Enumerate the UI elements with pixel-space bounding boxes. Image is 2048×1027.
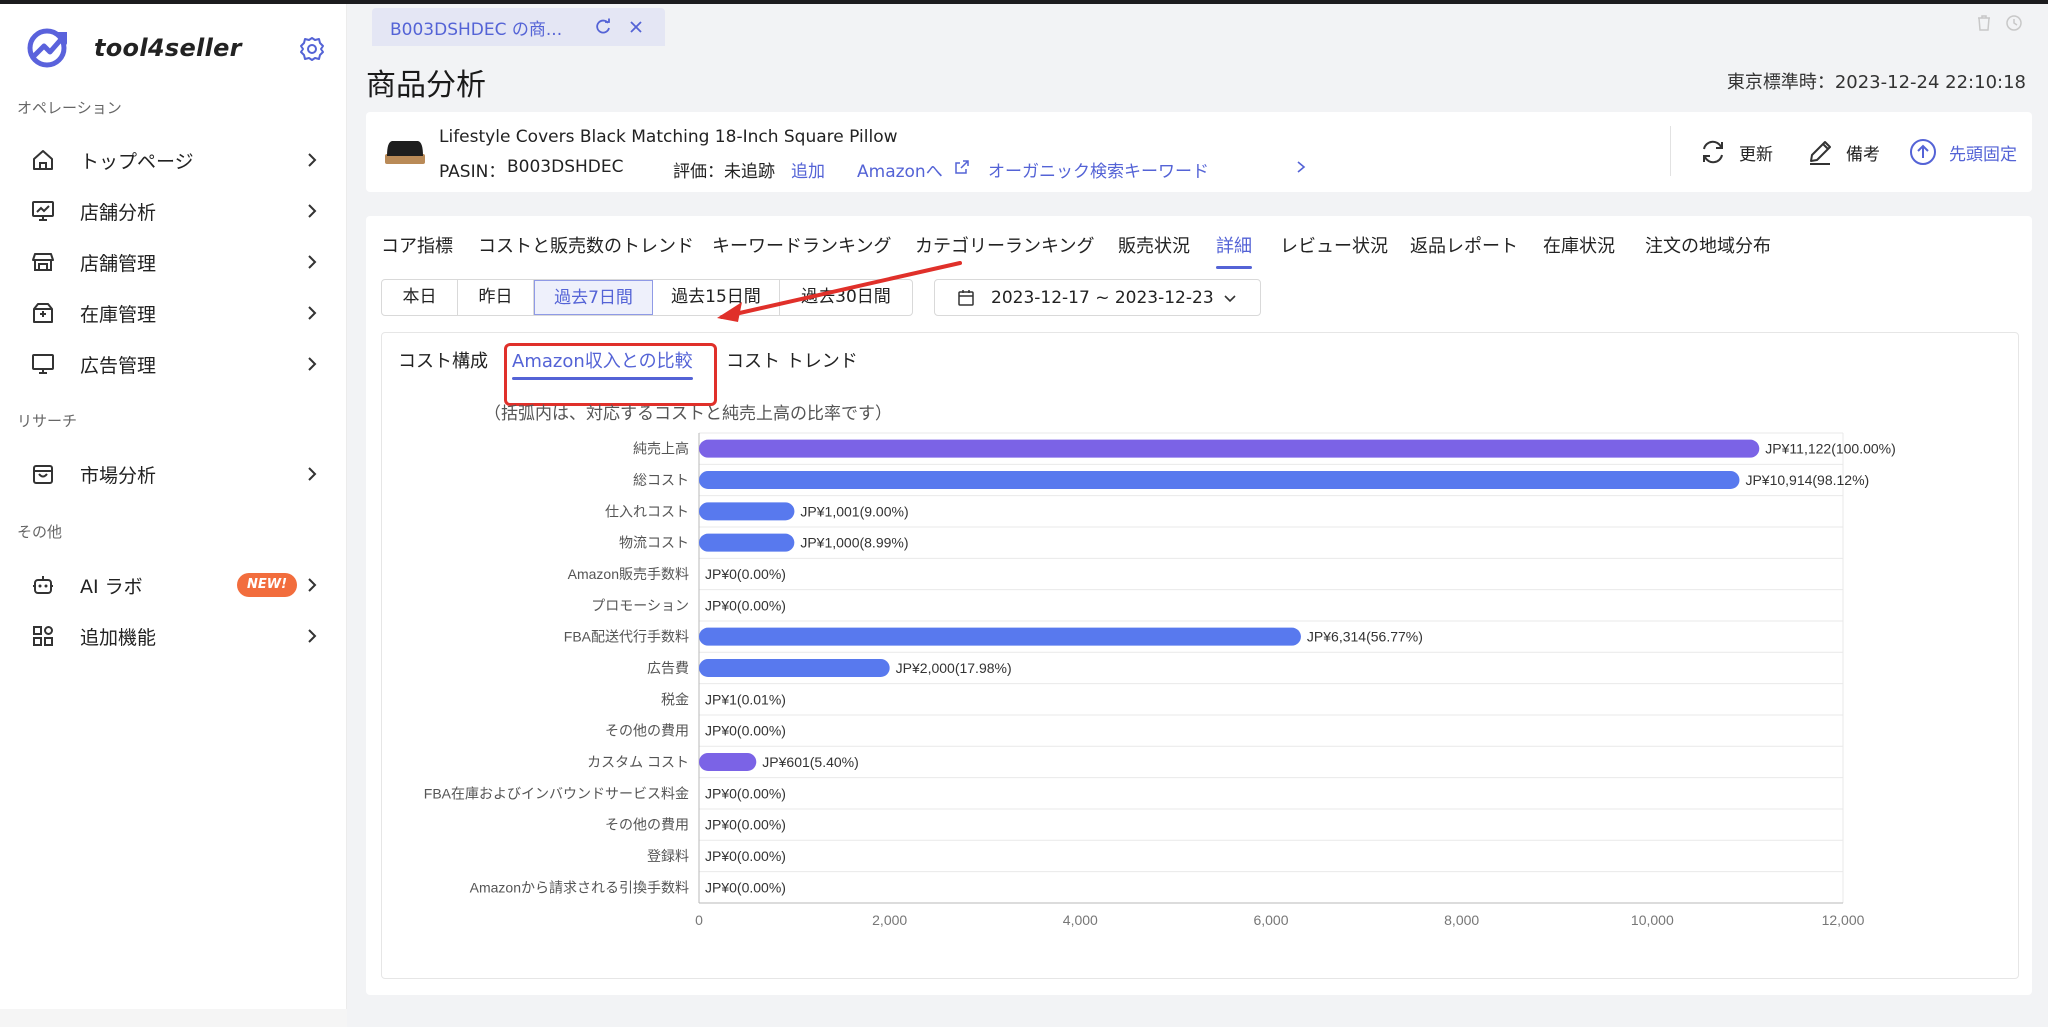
- logo-icon: [27, 28, 67, 68]
- tab-order-region[interactable]: 注文の地域分布: [1645, 232, 1771, 258]
- sidebar-item-top-page[interactable]: トップページ: [30, 140, 322, 180]
- period-selector: 本日 昨日 過去7日間 過去15日間 過去30日間: [381, 279, 913, 316]
- subtab-cost-trend[interactable]: コスト トレンド: [726, 347, 858, 373]
- tab-product-analysis[interactable]: B003DSHDEC の商...: [372, 8, 665, 46]
- analytics-icon: [30, 198, 56, 224]
- add-rating-link[interactable]: 追加: [791, 157, 825, 182]
- tab-review-status[interactable]: レビュー状況: [1280, 232, 1388, 258]
- amazon-link[interactable]: Amazonへ: [857, 157, 943, 182]
- product-name: Lifestyle Covers Black Matching 18-Inch …: [439, 127, 898, 147]
- sidebar-item-label: 店舗管理: [80, 252, 157, 275]
- page-title: 商品分析: [366, 68, 486, 103]
- tab-details[interactable]: 詳細: [1216, 232, 1252, 269]
- sidebar-item-label: トップページ: [80, 150, 194, 173]
- period-today[interactable]: 本日: [382, 280, 458, 315]
- annotation-highlight-box: [504, 343, 717, 406]
- tab-category-ranking[interactable]: カテゴリーランキング: [915, 232, 1094, 258]
- cost-analysis-card: コスト構成 Amazon収入との比較 コスト トレンド （括弧内は、対応するコス…: [381, 332, 2019, 979]
- chevron-right-icon: [308, 578, 317, 592]
- pin-label: 先頭固定: [1949, 144, 2017, 165]
- tab-return-report[interactable]: 返品レポート: [1410, 232, 1518, 258]
- sidebar-item-label: AI ラボ: [80, 575, 143, 598]
- chevron-right-icon: [308, 467, 317, 481]
- sidebar-footer: [0, 1009, 347, 1027]
- apps-grid-icon: [30, 623, 56, 649]
- tab-inventory-status[interactable]: 在庫状況: [1543, 232, 1615, 258]
- pin-to-top-button[interactable]: 先頭固定: [1909, 137, 2017, 167]
- pasin-value: B003DSHDEC: [507, 157, 624, 177]
- pasin-label: PASIN：: [439, 162, 506, 182]
- sidebar-item-label: 広告管理: [80, 354, 157, 377]
- memo-label: 備考: [1846, 144, 1880, 165]
- rating-status: 評価：未追跡: [673, 162, 775, 182]
- period-last-15-days[interactable]: 過去15日間: [653, 280, 780, 315]
- sidebar-item-extra-features[interactable]: 追加機能: [30, 616, 322, 656]
- timezone-label: 東京標準時：: [1726, 72, 1835, 93]
- chevron-down-icon: [1224, 295, 1236, 303]
- refresh-label: 更新: [1739, 144, 1773, 165]
- sidebar-item-store-analysis[interactable]: 店舗分析: [30, 191, 322, 231]
- product-summary-card: Lifestyle Covers Black Matching 18-Inch …: [366, 112, 2032, 192]
- arrow-up-circle-icon: [1910, 139, 1936, 165]
- period-last-30-days[interactable]: 過去30日間: [780, 280, 912, 315]
- refresh-icon: [1703, 140, 1723, 164]
- sidebar-item-label: 店舗分析: [80, 201, 157, 224]
- period-last-7-days[interactable]: 過去7日間: [534, 280, 653, 315]
- product-thumbnail: [385, 141, 425, 164]
- subtab-cost-composition[interactable]: コスト構成: [398, 347, 488, 373]
- date-range-value: 2023-12-17 ~ 2023-12-23: [991, 287, 1214, 308]
- sidebar: tool4seller オペレーション トップページ 店舗分析 店舗管理 在庫管…: [0, 4, 347, 1027]
- robot-icon: [30, 572, 56, 598]
- monitor-icon: [30, 351, 56, 377]
- timezone-clock: 東京標準時：2023-12-24 22:10:18: [1727, 68, 2026, 94]
- tab-cost-sales-trend[interactable]: コストと販売数のトレンド: [478, 232, 694, 258]
- calendar-icon: [958, 289, 974, 306]
- sidebar-item-inventory[interactable]: 在庫管理: [30, 293, 322, 333]
- ratio-note: （括弧内は、対応するコストと純売上高の比率です）: [484, 404, 892, 424]
- chevron-right-icon: [308, 255, 317, 269]
- refresh-button[interactable]: 更新: [1699, 137, 1773, 167]
- edit-pencil-icon: [1810, 141, 1831, 165]
- chevron-right-icon: [308, 204, 317, 218]
- clock-icon[interactable]: [2005, 14, 2023, 32]
- refresh-icon[interactable]: [594, 18, 612, 36]
- sidebar-item-label: 在庫管理: [80, 303, 157, 326]
- period-yesterday[interactable]: 昨日: [458, 280, 534, 315]
- sidebar-item-label: 市場分析: [80, 464, 157, 487]
- sidebar-item-ai-lab[interactable]: AI ラボ NEW!: [30, 565, 322, 605]
- organic-keywords-link[interactable]: オーガニック検索キーワード: [988, 157, 1209, 182]
- chevron-right-icon: [308, 629, 317, 643]
- section-label-other: その他: [17, 523, 63, 541]
- inventory-box-icon: [30, 300, 56, 326]
- sidebar-item-store-management[interactable]: 店舗管理: [30, 242, 322, 282]
- tab-keyword-ranking[interactable]: キーワードランキング: [712, 232, 891, 258]
- store-icon: [30, 249, 56, 275]
- tab-sales-status[interactable]: 販売状況: [1118, 232, 1190, 258]
- section-label-operation: オペレーション: [17, 99, 122, 117]
- sidebar-item-label: 追加機能: [80, 626, 157, 649]
- home-icon: [30, 147, 56, 173]
- timezone-value: 2023-12-24 22:10:18: [1834, 72, 2026, 93]
- close-icon[interactable]: [627, 18, 645, 36]
- chevron-right-icon: [308, 357, 317, 371]
- brand-name: tool4seller: [94, 34, 242, 62]
- external-link-icon[interactable]: [954, 159, 970, 175]
- date-range-picker[interactable]: 2023-12-17 ~ 2023-12-23: [934, 279, 1261, 316]
- logo[interactable]: tool4seller: [26, 22, 336, 74]
- sidebar-item-market-analysis[interactable]: 市場分析: [30, 454, 322, 494]
- section-label-research: リサーチ: [17, 412, 78, 430]
- tab-core-metrics[interactable]: コア指標: [381, 232, 453, 258]
- chevron-right-icon: [1297, 161, 1306, 173]
- trash-icon[interactable]: [1975, 14, 1993, 32]
- divider: [1670, 126, 1671, 176]
- main-panel: コア指標 コストと販売数のトレンド キーワードランキング カテゴリーランキング …: [366, 216, 2032, 995]
- memo-button[interactable]: 備考: [1806, 137, 1880, 167]
- chevron-right-icon: [308, 306, 317, 320]
- new-badge: NEW!: [237, 573, 298, 597]
- shopping-bag-icon: [30, 461, 56, 487]
- sidebar-item-ads[interactable]: 広告管理: [30, 344, 322, 384]
- chevron-right-icon: [308, 153, 317, 167]
- tab-label: B003DSHDEC の商...: [390, 19, 563, 40]
- gear-icon[interactable]: [298, 35, 326, 63]
